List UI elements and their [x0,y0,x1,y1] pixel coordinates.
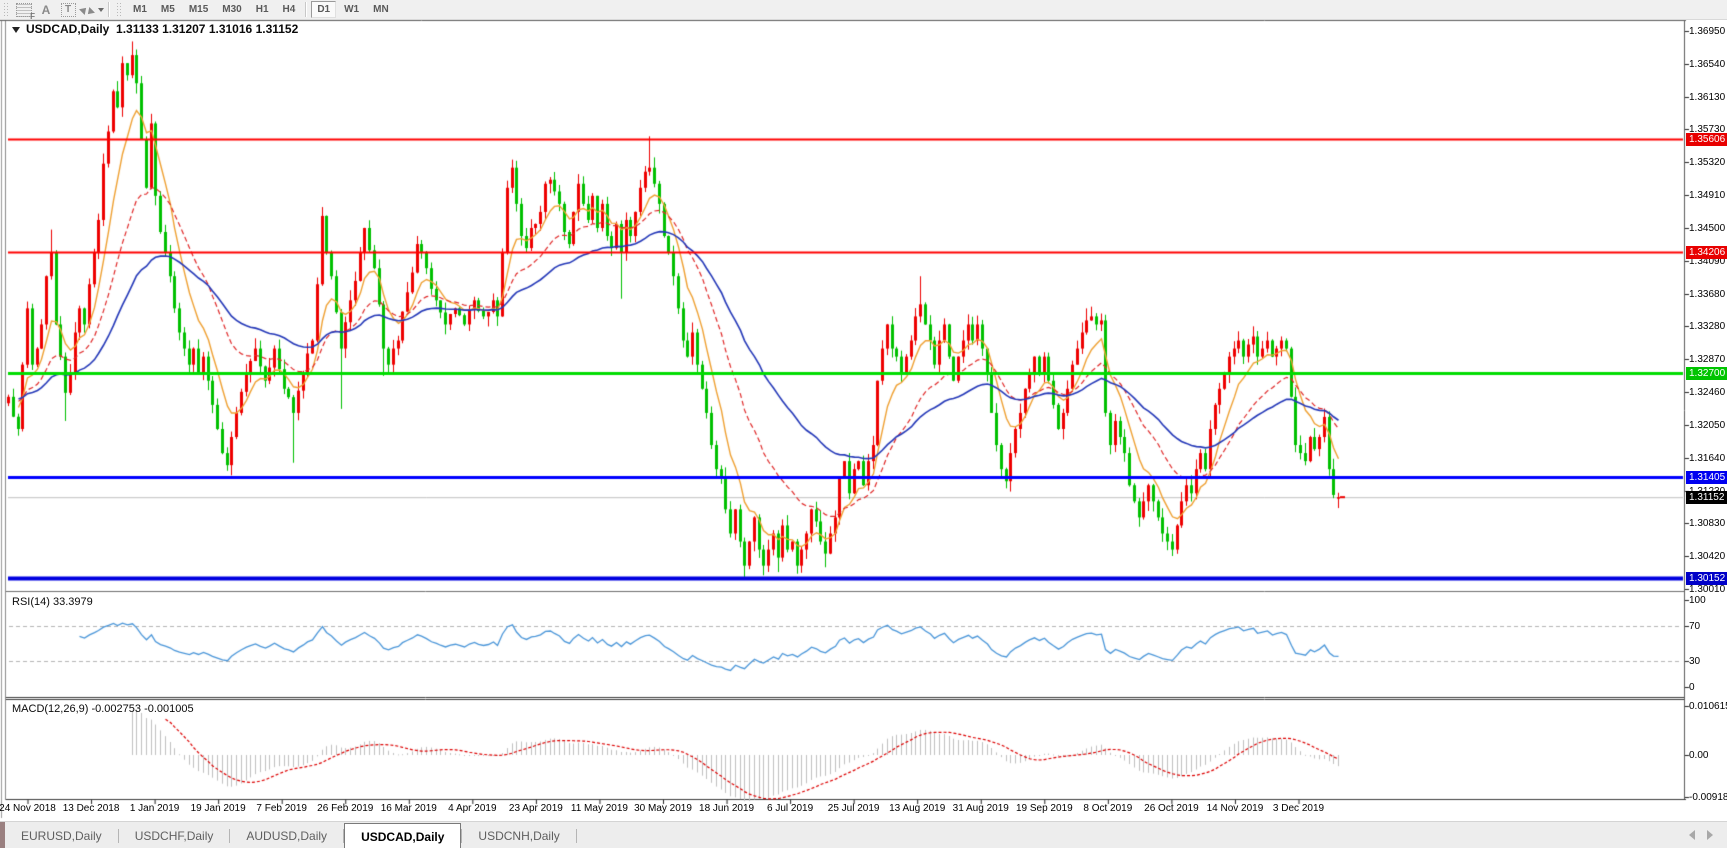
date-label: 1 Jan 2019 [129,803,180,814]
label-a-icon[interactable]: A [36,2,56,18]
timeframe-m15-button[interactable]: M15 [183,1,214,18]
price-tick-label: 1.31640 [1689,453,1726,464]
grid-f-icon[interactable]: F [14,2,35,21]
hline-price-label: 1.34206 [1686,246,1727,259]
date-label: 30 May 2019 [634,803,692,814]
price-tick-label: 1.34910 [1689,190,1726,201]
toolbar-separator [305,2,308,17]
macd-header: MACD(12,26,9) -0.002753 -0.001005 [12,703,194,715]
timeframe-h4-button[interactable]: H4 [277,1,302,18]
chart-title: USDCAD,Daily 1.31133 1.31207 1.31016 1.3… [12,22,298,36]
date-label: 13 Dec 2018 [62,803,120,814]
macd-tick-label: 0.010615 [1689,701,1727,712]
date-label: 31 Aug 2019 [952,803,1009,814]
tab-scroll-right-icon[interactable] [1707,830,1713,840]
hline-price-label: 1.35606 [1686,133,1727,146]
tab-usdcnh[interactable]: USDCNH,Daily [462,822,575,848]
rsi-tick-label: 100 [1689,595,1706,606]
date-label: 13 Aug 2019 [889,803,946,814]
date-label: 24 Nov 2018 [0,803,56,814]
timeframe-group: M1 M5 M15 M30 H1 H4 D1 W1 MN [126,1,396,18]
date-label: 11 May 2019 [570,803,628,814]
timeframe-w1-button[interactable]: W1 [338,1,365,18]
rsi-tick-label: 70 [1689,621,1701,632]
toolbar-grip[interactable] [116,2,123,17]
date-label: 19 Jan 2019 [190,803,246,814]
date-label: 18 Jun 2019 [699,803,755,814]
price-tick-label: 1.33680 [1689,289,1726,300]
date-label: 14 Nov 2019 [1206,803,1264,814]
date-label: 25 Jul 2019 [827,803,880,814]
chart-symbol-label: USDCAD,Daily [26,22,110,36]
ohlc-close: 1.31152 [255,22,299,36]
current-price-label: 1.31152 [1686,491,1727,504]
price-tick-label: 1.36950 [1689,26,1726,37]
date-label: 6 Jul 2019 [767,803,814,814]
price-tick-label: 1.34500 [1689,223,1726,234]
tab-usdcad[interactable]: USDCAD,Daily [344,823,462,848]
price-tick-label: 1.30420 [1689,551,1726,562]
tab-usdchf[interactable]: USDCHF,Daily [119,822,230,848]
tab-scroll-left-icon[interactable] [1689,830,1695,840]
chart-tab-bar: EURUSD,Daily USDCHF,Daily AUDUSD,Daily USDC… [0,821,1727,848]
cycle-arrows-icon[interactable] [79,2,104,18]
chart-canvas[interactable] [0,0,1727,848]
macd-tick-label: 0.00 [1689,750,1709,761]
ohlc-open: 1.31133 [116,22,159,36]
timeframe-mn-button[interactable]: MN [367,1,395,18]
toolbar-grip[interactable] [3,2,10,17]
timeframe-m30-button[interactable]: M30 [216,1,247,18]
date-label: 3 Dec 2019 [1272,803,1325,814]
hline-price-label: 1.32700 [1686,367,1727,380]
toolbar: F A T M1 M5 M15 M30 H1 H4 D1 W1 MN [0,0,1727,21]
timeframe-d1-button[interactable]: D1 [311,1,337,18]
chevron-down-icon[interactable] [12,27,20,33]
price-tick-label: 1.32460 [1689,387,1726,398]
price-tick-label: 1.36540 [1689,59,1726,70]
date-label: 23 Apr 2019 [508,803,563,814]
timeframe-m1-button[interactable]: M1 [127,1,153,18]
tabs: EURUSD,Daily USDCHF,Daily AUDUSD,Daily USDC… [5,822,577,848]
timeframe-h1-button[interactable]: H1 [250,1,275,18]
tab-eurusd[interactable]: EURUSD,Daily [5,822,118,848]
chevron-down-icon [98,7,104,12]
toolbar-separator [108,2,110,17]
rsi-tick-label: 30 [1689,656,1701,667]
tab-separator [575,828,577,843]
ohlc-high: 1.31207 [162,22,206,36]
tab-audusd[interactable]: AUDUSD,Daily [230,822,343,848]
date-label: 19 Sep 2019 [1015,803,1073,814]
price-tick-label: 1.32050 [1689,420,1726,431]
rsi-tick-label: 0 [1689,682,1695,693]
rsi-header: RSI(14) 33.3979 [12,596,93,608]
timeframe-m5-button[interactable]: M5 [155,1,181,18]
date-label: 26 Feb 2019 [317,803,374,814]
hline-price-label: 1.30152 [1686,572,1727,585]
price-tick-label: 1.35320 [1689,157,1726,168]
hline-price-label: 1.31405 [1686,471,1727,484]
ohlc-low: 1.31016 [208,22,253,36]
date-label: 26 Oct 2019 [1144,803,1199,814]
mt4-window: F A T M1 M5 M15 M30 H1 H4 D1 W1 MN USDCAD,Daily … [0,0,1727,848]
date-label: 7 Feb 2019 [256,803,307,814]
price-tick-label: 1.33280 [1689,321,1726,332]
date-label: 16 Mar 2019 [380,803,437,814]
price-tick-label: 1.36130 [1689,92,1726,103]
text-box-icon[interactable]: T [58,2,78,18]
date-label: 8 Oct 2019 [1083,803,1133,814]
price-tick-label: 1.30830 [1689,518,1726,529]
price-tick-label: 1.32870 [1689,354,1726,365]
date-label: 4 Apr 2019 [448,803,497,814]
macd-tick-label: -0.009181 [1689,792,1727,803]
